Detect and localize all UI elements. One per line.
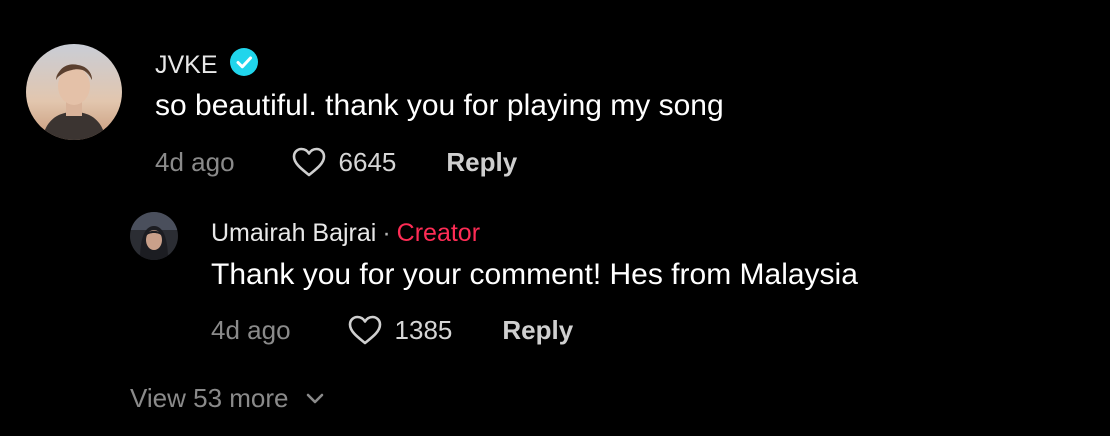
timestamp: 4d ago xyxy=(155,146,235,177)
creator-badge: Creator xyxy=(396,218,481,247)
view-more-label: View 53 more xyxy=(130,382,289,413)
avatar[interactable] xyxy=(130,212,178,260)
username[interactable]: Umairah Bajrai xyxy=(211,219,376,248)
avatar-jvke-icon xyxy=(26,44,122,140)
reply-button[interactable]: Reply xyxy=(502,315,573,346)
chevron-down-icon xyxy=(305,391,325,405)
reply-button[interactable]: Reply xyxy=(446,147,517,178)
reply-actions: 4d ago 1385 Reply xyxy=(211,312,573,348)
comment-text: so beautiful. thank you for playing my s… xyxy=(155,89,724,122)
avatar[interactable] xyxy=(26,44,122,140)
comment-header: JVKE xyxy=(155,47,258,83)
heart-icon[interactable] xyxy=(347,314,383,346)
heart-icon[interactable] xyxy=(291,146,327,178)
verified-badge-icon xyxy=(229,47,258,83)
like-button[interactable]: 1385 xyxy=(347,314,453,346)
like-count: 6645 xyxy=(338,146,397,177)
reply-text: Thank you for your comment! Hes from Mal… xyxy=(211,258,858,291)
separator: · xyxy=(382,218,391,247)
comment-actions: 4d ago 6645 Reply xyxy=(155,144,517,180)
avatar-umairah-icon xyxy=(130,212,178,260)
like-count: 1385 xyxy=(394,314,453,345)
view-more-replies-button[interactable]: View 53 more xyxy=(130,381,325,415)
like-button[interactable]: 6645 xyxy=(291,146,397,178)
username[interactable]: JVKE xyxy=(155,51,218,80)
reply-header: Umairah Bajrai · Creator xyxy=(211,218,480,248)
timestamp: 4d ago xyxy=(211,314,291,345)
